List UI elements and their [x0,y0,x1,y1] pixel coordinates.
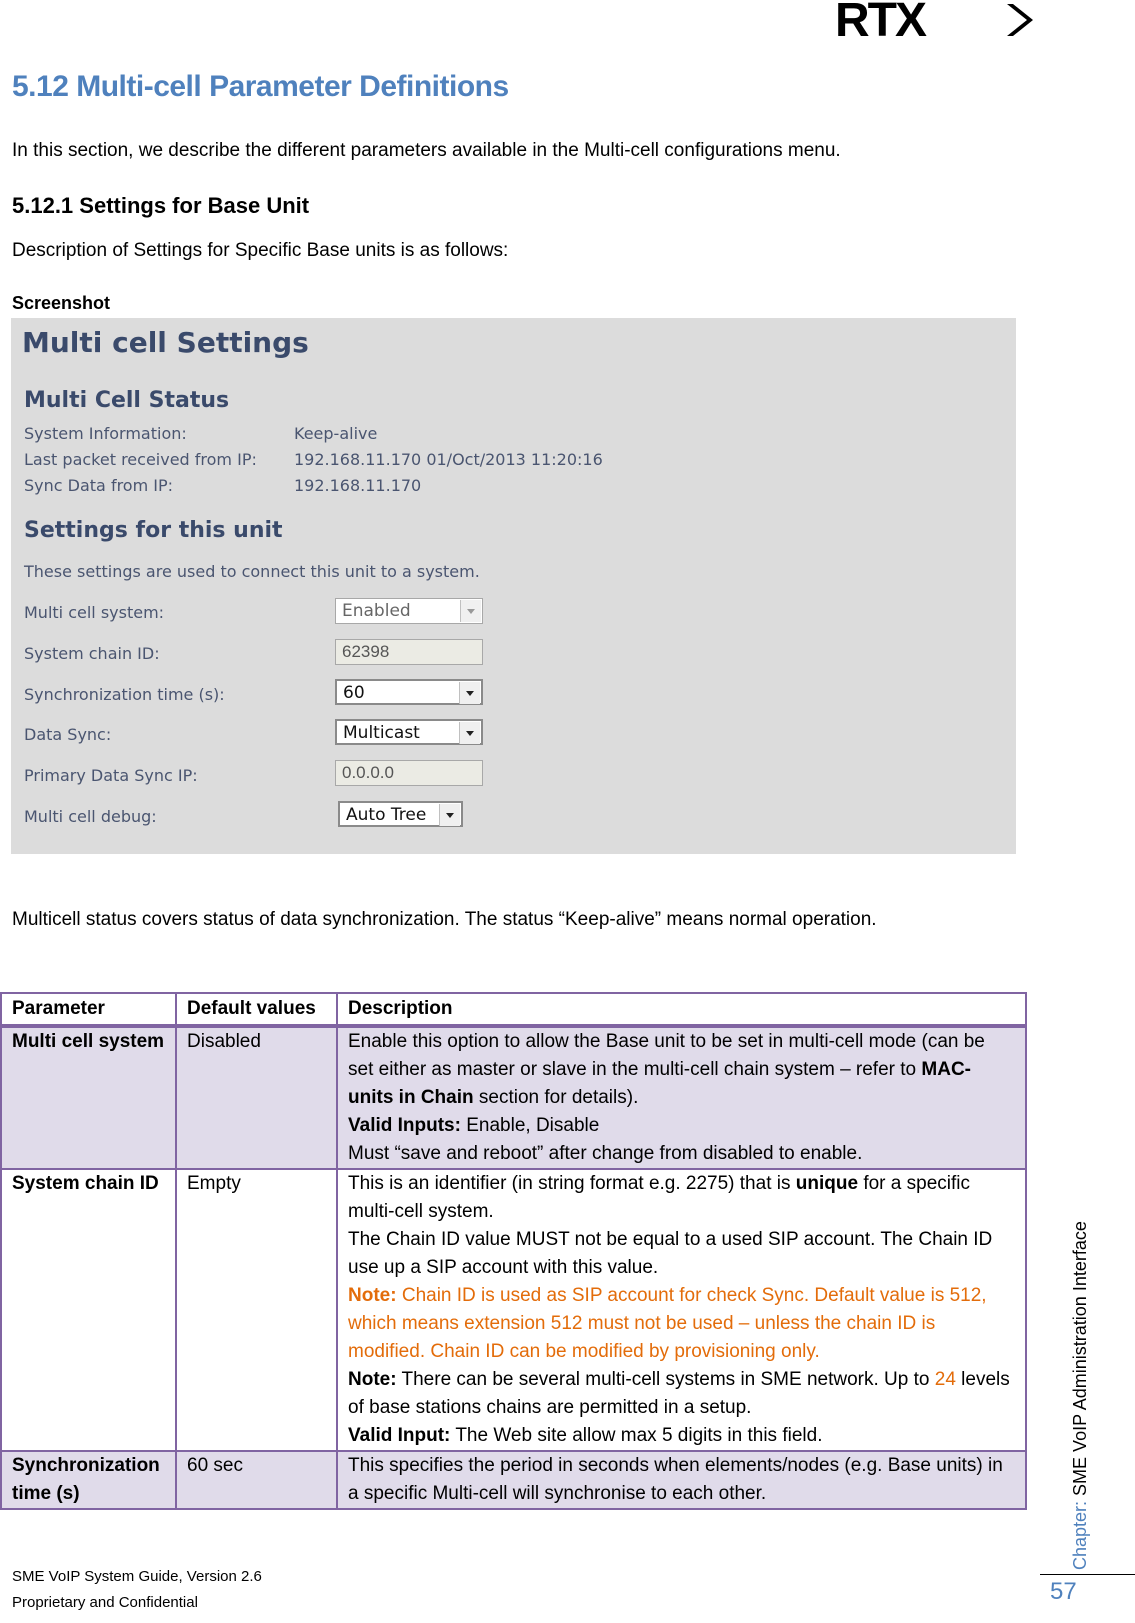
logo-text: RTX [835,0,927,40]
section-title: 5.12 Multi-cell Parameter Definitions [12,70,509,103]
multi-cell-system-select[interactable]: Enabled [335,598,483,624]
footer: SME VoIP System Guide, Version 2.6 Propr… [12,1564,262,1616]
chevron-down-icon [459,722,480,744]
max-levels: 24 [934,1369,956,1390]
screenshot-label: Screenshot [12,293,111,313]
note-text: There can be several multi-cell systems … [396,1369,935,1390]
sync-time-label: Synchronization time (s): [24,685,225,704]
subsection-title: 5.12.1 Settings for Base Unit [12,193,310,218]
multi-cell-system-value: Enabled [342,601,411,621]
sync-time-value: 60 [343,683,365,703]
multi-cell-system-label: Multi cell system: [24,603,165,622]
settings-description: These settings are used to connect this … [24,562,480,581]
rtx-logo: RTX [835,0,1033,40]
footer-confidential: Proprietary and Confidential [12,1594,198,1611]
primary-data-sync-ip-input[interactable]: 0.0.0.0 [335,760,483,786]
data-sync-value: Multicast [343,723,420,743]
data-sync-label: Data Sync: [24,725,112,744]
note-label: Note: [348,1285,397,1306]
status-value: 192.168.11.170 01/Oct/2013 11:20:16 [294,450,603,469]
table-header-row: Parameter Default values Description [0,992,1027,1028]
chapter-prefix: Chapter: [1070,1495,1090,1570]
column-header: Parameter [0,992,177,1028]
valid-input-value: The Web site allow max 5 digits in this … [450,1425,823,1446]
parameter-name: Synchronization time (s) [0,1450,177,1510]
table-row: System chain ID Empty This is an identif… [0,1168,1027,1452]
default-value: Disabled [175,1025,338,1170]
desc-text: This is an identifier (in string format … [348,1173,796,1194]
column-header: Default values [175,992,338,1028]
description: This is an identifier (in string format … [336,1168,1027,1452]
status-label: System Information: [24,424,187,443]
subsection-description: Description of Settings for Specific Bas… [12,240,509,261]
status-value: Keep-alive [294,424,378,443]
description: This specifies the period in seconds whe… [336,1450,1027,1510]
desc-text: section for details). [473,1087,639,1108]
desc-text: Must “save and reboot” after change from… [348,1143,863,1164]
page-number: 57 [1050,1578,1077,1605]
desc-text: Enable this option to allow the Base uni… [348,1031,985,1080]
status-paragraph: Multicell status covers status of data s… [12,909,877,930]
status-value: 192.168.11.170 [294,476,422,495]
divider [1040,1574,1135,1575]
table-row: Synchronization time (s) 60 sec This spe… [0,1450,1027,1510]
data-sync-select[interactable]: Multicast [335,719,483,745]
note-label: Note: [348,1369,397,1390]
multi-cell-debug-value: Auto Tree [346,805,427,825]
default-value: Empty [175,1168,338,1452]
valid-inputs-label: Valid Inputs: [348,1115,461,1136]
status-label: Last packet received from IP: [24,450,257,469]
desc-text: The Chain ID value MUST not be equal to … [348,1229,993,1278]
screenshot-title: Multi cell Settings [22,326,309,359]
valid-input-label: Valid Input: [348,1425,451,1446]
chevron-down-icon [439,804,460,826]
multi-cell-debug-label: Multi cell debug: [24,807,157,826]
multi-cell-debug-select[interactable]: Auto Tree [338,801,463,827]
parameter-name: System chain ID [0,1168,177,1452]
intro-text: In this section, we describe the differe… [12,140,841,161]
status-label: Sync Data from IP: [24,476,174,495]
note-text: Chain ID is used as SIP account for chec… [348,1285,987,1362]
sync-time-select[interactable]: 60 [335,679,483,705]
multi-cell-settings-screenshot: Multi cell Settings Multi Cell Status Sy… [11,318,1016,854]
chapter-title: SME VoIP Administration Interface [1070,1221,1090,1496]
chevron-down-icon [460,600,481,622]
primary-data-sync-ip-label: Primary Data Sync IP: [24,766,198,785]
orange-note: Note: Chain ID is used as SIP account fo… [348,1285,987,1362]
settings-heading: Settings for this unit [24,518,283,543]
chapter-label: Chapter: SME VoIP Administration Interfa… [1070,1221,1091,1570]
description: Enable this option to allow the Base uni… [336,1025,1027,1170]
footer-guide-version: SME VoIP System Guide, Version 2.6 [12,1568,262,1585]
column-header: Description [336,992,1027,1028]
parameter-name: Multi cell system [0,1025,177,1170]
valid-inputs-value: Enable, Disable [460,1115,600,1136]
chevron-down-icon [459,682,480,704]
default-value: 60 sec [175,1450,338,1510]
system-chain-id-input[interactable]: 62398 [335,639,483,665]
emphasis: unique [795,1173,859,1194]
system-chain-id-label: System chain ID: [24,644,160,663]
parameter-table: Parameter Default values Description Mul… [0,992,1027,1510]
status-heading: Multi Cell Status [24,388,230,413]
table-row: Multi cell system Disabled Enable this o… [0,1025,1027,1170]
